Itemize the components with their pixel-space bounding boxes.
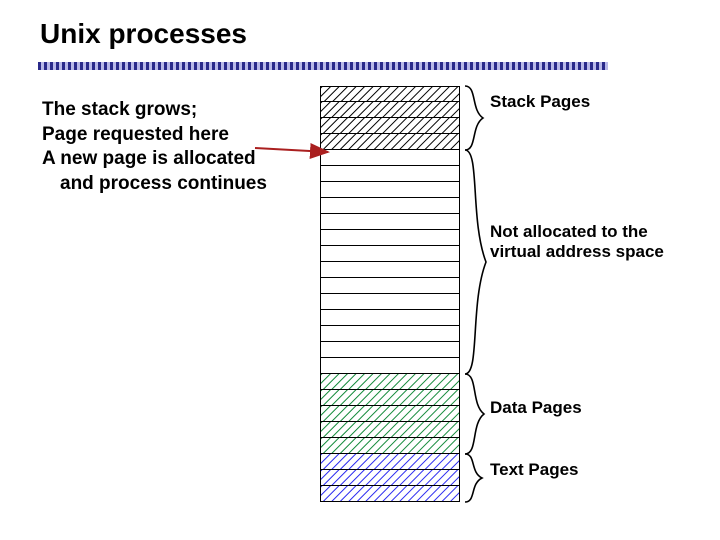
memory-row-data [320, 374, 460, 390]
memory-row-empty [320, 262, 460, 278]
memory-row-empty [320, 278, 460, 294]
memory-row-empty [320, 150, 460, 166]
memory-row-stack [320, 86, 460, 102]
brace-text [465, 454, 482, 502]
desc-line-3: A new page is allocated [42, 148, 256, 169]
memory-row-empty [320, 342, 460, 358]
label-not-allocated-l1: Not allocated to the [490, 222, 648, 241]
memory-row-empty [320, 246, 460, 262]
memory-row-data [320, 390, 460, 406]
label-stack-pages: Stack Pages [490, 92, 590, 112]
memory-row-text [320, 454, 460, 470]
memory-row-empty [320, 294, 460, 310]
brace-stack [465, 86, 483, 150]
memory-row-empty [320, 214, 460, 230]
memory-row-empty [320, 230, 460, 246]
memory-row-data [320, 406, 460, 422]
label-text-pages: Text Pages [490, 460, 579, 480]
memory-row-data [320, 438, 460, 454]
memory-row-empty [320, 326, 460, 342]
memory-row-empty [320, 182, 460, 198]
desc-line-2: Page requested here [42, 124, 229, 145]
memory-row-empty [320, 310, 460, 326]
memory-row-data [320, 422, 460, 438]
label-not-allocated-l2: virtual address space [490, 242, 664, 261]
description-text: The stack grows; Page requested here A n… [42, 98, 267, 197]
title-divider [38, 62, 608, 70]
memory-row-stack [320, 118, 460, 134]
memory-row-text [320, 486, 460, 502]
memory-row-empty [320, 358, 460, 374]
memory-row-empty [320, 198, 460, 214]
brace-data [465, 374, 484, 454]
slide: Unix processes The stack grows; Page req… [0, 0, 720, 540]
slide-title: Unix processes [40, 18, 247, 50]
desc-line-1: The stack grows; [42, 99, 197, 120]
label-data-pages: Data Pages [490, 398, 582, 418]
memory-row-stack [320, 134, 460, 150]
label-not-allocated: Not allocated to the virtual address spa… [490, 222, 664, 261]
brace-not-allocated [465, 150, 486, 374]
memory-row-text [320, 470, 460, 486]
memory-row-stack [320, 102, 460, 118]
desc-line-4: and process continues [42, 172, 267, 197]
memory-column [320, 86, 460, 502]
memory-row-empty [320, 166, 460, 182]
